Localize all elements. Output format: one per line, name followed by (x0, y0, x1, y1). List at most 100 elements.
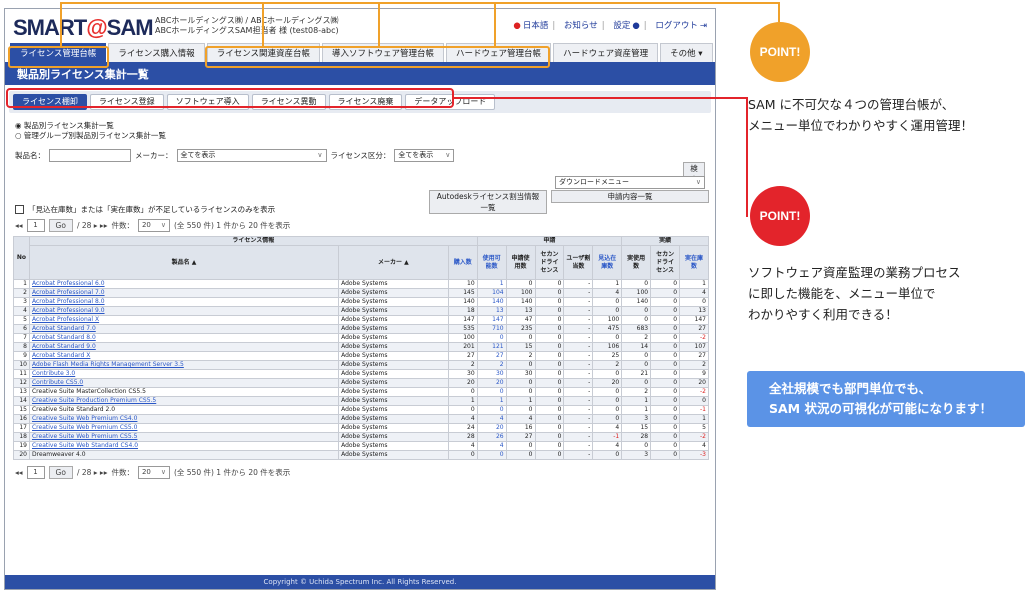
page-input[interactable]: 1 (26, 466, 45, 479)
product-link[interactable]: Acrobat Professional 9.0 (28, 306, 340, 316)
product-link[interactable]: Adobe Flash Media Rights Management Serv… (28, 360, 340, 370)
row-no: 20 (13, 450, 30, 460)
col-5[interactable]: 見込在庫数 (592, 245, 623, 280)
value-cell: 0 (534, 342, 565, 352)
value-cell: 27 (679, 351, 709, 361)
value-cell: - (563, 306, 594, 316)
value-cell: 2 (621, 333, 652, 343)
product-link[interactable]: Acrobat Standard 7.0 (28, 324, 340, 334)
maker-cell: Adobe Systems (338, 432, 449, 442)
autodesk-button[interactable]: Autodeskライセンス割当情報一覧 (429, 190, 547, 214)
chevron-down-icon: ∨ (695, 178, 701, 186)
value-cell: 0 (592, 387, 623, 397)
col-7: セカンドライセンス (650, 245, 681, 280)
news-link[interactable]: お知らせ (564, 21, 598, 31)
product-link[interactable]: Creative Suite Production Premium CS5.5 (28, 396, 340, 406)
maker-cell: Adobe Systems (338, 387, 449, 397)
col-4: ユーザ割当数 (563, 245, 594, 280)
first-page-icon[interactable]: ◂◂ (15, 468, 23, 477)
download-menu-select[interactable]: ダウンロードメニュー ∨ (555, 176, 705, 189)
product-link[interactable]: Acrobat Professional X (28, 315, 340, 325)
value-cell: 100 (505, 288, 536, 298)
request-list-button[interactable]: 申請内容一覧 (551, 190, 709, 203)
logout-link[interactable]: ログアウト (655, 21, 698, 31)
product-link[interactable]: Acrobat Professional 8.0 (28, 297, 340, 307)
value-cell: - (563, 432, 594, 442)
value-cell: - (563, 414, 594, 424)
go-button[interactable]: Go (48, 466, 73, 479)
product-link[interactable]: Acrobat Standard X (28, 351, 340, 361)
value-cell: 0 (534, 279, 565, 289)
license-type-select[interactable]: 全てを表示 ∨ (394, 149, 455, 162)
value-cell: 107 (679, 342, 709, 352)
value-cell: 0 (534, 360, 565, 370)
value-cell: 0 (534, 288, 565, 298)
table-row: 8 Acrobat Standard 9.0 Adobe Systems 201 121… (13, 342, 709, 352)
value-cell: 15 (505, 342, 536, 352)
row-no: 16 (13, 414, 30, 424)
value-cell: 21 (621, 369, 652, 379)
product-link: Creative Suite MasterCollection CS5.5 (28, 387, 340, 397)
page-input[interactable]: 1 (26, 219, 45, 232)
product-link[interactable]: Creative Suite Web Premium CS5.5 (28, 432, 340, 442)
product-link[interactable]: Acrobat Professional 7.0 (28, 288, 340, 298)
count-select[interactable]: 20 ∨ (137, 219, 170, 232)
user-icon: ● (632, 21, 640, 31)
value-cell: - (563, 360, 594, 370)
value-cell: 0 (650, 351, 681, 361)
nav-software-ledger[interactable]: 導入ソフトウェア管理台帳 (322, 43, 445, 62)
value-cell: - (563, 378, 594, 388)
shortage-filter: 「見込在庫数」または「実在庫数」が不足しているライセンスのみを表示 (15, 204, 705, 215)
value-cell: 0 (447, 450, 478, 460)
nav-license-purchase[interactable]: ライセンス購入情報 (108, 43, 205, 62)
value-cell: 1 (679, 414, 709, 424)
value-cell: 0 (505, 450, 536, 460)
product-input[interactable] (49, 149, 131, 162)
highlight-subnav (6, 88, 454, 108)
shortage-checkbox[interactable] (15, 205, 24, 214)
group-application: 申請 (476, 236, 623, 246)
value-cell: 15 (621, 423, 652, 433)
value-cell: 201 (447, 342, 478, 352)
count-select[interactable]: 20 ∨ (137, 466, 170, 479)
product-link[interactable]: Contribute CS5.0 (28, 378, 340, 388)
product-link[interactable]: Acrobat Standard 8.0 (28, 333, 340, 343)
col-maker[interactable]: メーカー ▲ (338, 245, 449, 280)
value-cell: 25 (592, 351, 623, 361)
product-link[interactable]: Creative Suite Web Premium CS4.0 (28, 414, 340, 424)
product-link[interactable]: Contribute 3.0 (28, 369, 340, 379)
value-cell: 3 (621, 450, 652, 460)
col-product[interactable]: 製品名 ▲ (28, 245, 340, 280)
value-cell: 100 (592, 315, 623, 325)
nav-license-ledger[interactable]: ライセンス管理台帳 (10, 43, 107, 62)
value-cell: 30 (505, 369, 536, 379)
value-cell: 0 (679, 396, 709, 406)
value-cell: 0 (592, 414, 623, 424)
col-8[interactable]: 実在庫数 (679, 245, 709, 280)
language-link[interactable]: 日本語 (523, 21, 549, 31)
settings-link[interactable]: 設定 (613, 21, 630, 31)
radio-by-group[interactable]: ○ 管理グループ別製品別ライセンス集計一覧 (15, 131, 705, 141)
value-cell: 1 (476, 279, 507, 289)
value-cell: 0 (650, 288, 681, 298)
nav-hardware-assets[interactable]: ハードウェア資産管理 (553, 43, 659, 62)
product-link[interactable]: Creative Suite Web Premium CS5.0 (28, 423, 340, 433)
value-cell: - (563, 450, 594, 460)
go-button[interactable]: Go (48, 219, 73, 232)
value-cell: 0 (505, 387, 536, 397)
maker-select[interactable]: 全てを表示 ∨ (176, 149, 327, 162)
first-page-icon[interactable]: ◂◂ (15, 221, 23, 230)
nav-hardware-ledger[interactable]: ハードウェア管理台帳 (446, 43, 552, 62)
product-link[interactable]: Acrobat Standard 9.0 (28, 342, 340, 352)
value-cell: 28 (447, 432, 478, 442)
nav-other[interactable]: その他 ▾ (660, 43, 713, 62)
col-0[interactable]: 購入数 (447, 245, 478, 280)
product-link[interactable]: Acrobat Professional 6.0 (28, 279, 340, 289)
value-cell: 683 (621, 324, 652, 334)
value-cell: -2 (679, 333, 709, 343)
radio-by-product[interactable]: ◉ 製品別ライセンス集計一覧 (15, 121, 705, 131)
product-link[interactable]: Creative Suite Web Standard CS4.0 (28, 441, 340, 451)
col-1[interactable]: 使用可能数 (476, 245, 507, 280)
maker-cell: Adobe Systems (338, 297, 449, 307)
col-3: セカンドライセンス (534, 245, 565, 280)
